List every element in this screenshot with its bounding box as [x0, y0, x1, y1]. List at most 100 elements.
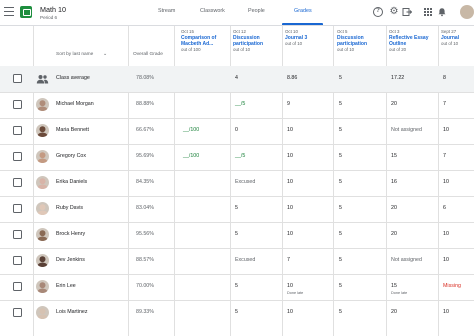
grade-cell[interactable]: 5 — [339, 257, 342, 263]
student-checkbox[interactable] — [13, 204, 22, 213]
grade-cell[interactable]: 5 — [339, 153, 342, 159]
assignment-column-header[interactable]: Oct 10 Journal 3 out of 10 — [285, 29, 335, 47]
grade-cell[interactable]: __/100 — [183, 153, 199, 159]
grade-cell[interactable]: 5 — [339, 309, 342, 315]
grade-export-icon[interactable] — [402, 7, 413, 17]
student-checkbox[interactable] — [13, 152, 22, 161]
apps-icon[interactable] — [424, 8, 432, 16]
grade-cell[interactable]: Not assigned — [391, 257, 422, 263]
grade-cell[interactable]: Not assigned — [391, 127, 422, 133]
student-checkbox[interactable] — [13, 308, 22, 317]
grade-cell[interactable]: 10 — [287, 309, 293, 315]
grade-cell[interactable]: 15 — [391, 283, 397, 289]
student-name[interactable]: Ruby Davis — [56, 205, 83, 211]
grade-cell[interactable]: 10 — [443, 127, 449, 133]
grade-cell[interactable]: 10 — [287, 283, 293, 289]
grade-cell[interactable]: 6 — [443, 205, 446, 211]
student-avatar[interactable] — [36, 280, 49, 293]
grade-cell[interactable]: 10 — [287, 205, 293, 211]
grade-note: Done late — [287, 291, 304, 295]
grade-cell[interactable]: 20 — [391, 205, 397, 211]
grade-cell[interactable]: 10 — [443, 257, 449, 263]
grade-cell[interactable]: 5 — [235, 283, 238, 289]
student-checkbox[interactable] — [13, 178, 22, 187]
student-avatar[interactable] — [36, 98, 49, 111]
student-avatar[interactable] — [36, 254, 49, 267]
grade-cell[interactable]: 5 — [339, 283, 342, 289]
grade-cell[interactable]: 5 — [339, 205, 342, 211]
chevron-down-icon[interactable]: ⌄ — [103, 51, 107, 57]
student-avatar[interactable] — [36, 228, 49, 241]
sort-by-dropdown[interactable]: Sort by last name — [56, 52, 93, 57]
tab-grades[interactable]: Grades — [294, 8, 312, 14]
student-checkbox[interactable] — [13, 282, 22, 291]
grade-cell[interactable]: 5 — [235, 205, 238, 211]
grade-cell[interactable]: 20 — [391, 101, 397, 107]
student-checkbox[interactable] — [13, 256, 22, 265]
grade-cell[interactable]: 7 — [287, 257, 290, 263]
grade-cell[interactable]: __/100 — [183, 127, 199, 133]
grade-cell[interactable]: 16 — [391, 179, 397, 185]
classroom-logo-icon[interactable] — [20, 6, 32, 18]
grade-cell[interactable]: Excused — [235, 257, 255, 263]
student-name[interactable]: Brock Henry — [56, 231, 85, 237]
student-checkbox[interactable] — [13, 126, 22, 135]
notifications-icon[interactable] — [437, 7, 447, 17]
student-name[interactable]: Lois Martinez — [56, 309, 88, 315]
student-avatar[interactable] — [36, 124, 49, 137]
tab-stream[interactable]: Stream — [158, 8, 175, 14]
grade-cell[interactable]: 5 — [339, 179, 342, 185]
people-icon — [36, 75, 49, 84]
student-name[interactable]: Erika Daniels — [56, 179, 87, 185]
tab-people[interactable]: People — [248, 8, 265, 14]
select-all-checkbox[interactable] — [13, 74, 22, 83]
grade-cell[interactable]: 15 — [391, 153, 397, 159]
grade-cell[interactable]: 5 — [235, 309, 238, 315]
grade-cell[interactable]: 5 — [339, 127, 342, 133]
grade-cell[interactable]: __/5 — [235, 153, 245, 159]
account-avatar[interactable] — [460, 5, 474, 19]
student-name[interactable]: Erin Lee — [56, 283, 76, 289]
grade-cell[interactable]: Excused — [235, 179, 255, 185]
grade-cell[interactable]: 7 — [443, 101, 446, 107]
grade-cell[interactable]: 10 — [287, 153, 293, 159]
grade-cell[interactable]: 10 — [443, 231, 449, 237]
student-name[interactable]: Dev Jenkins — [56, 257, 85, 263]
grade-cell[interactable]: 7 — [443, 153, 446, 159]
grade-cell[interactable]: 10 — [287, 179, 293, 185]
grade-cell[interactable]: 10 — [443, 179, 449, 185]
assignment-column-header[interactable]: Oct 5 Discussion participation out of 10 — [337, 29, 387, 53]
assignment-column-header[interactable]: Oct 12 Discussion participation out of 10 — [233, 29, 283, 53]
student-avatar[interactable] — [36, 150, 49, 163]
grade-cell[interactable]: 9 — [287, 101, 290, 107]
assignment-column-header[interactable]: Sept 27 Journal out of 10 — [441, 29, 474, 47]
assignment-column-header[interactable]: Oct 3 Reflective Essay Outline out of 20 — [389, 29, 439, 53]
grade-cell[interactable]: 10 — [287, 127, 293, 133]
student-name[interactable]: Michael Morgan — [56, 101, 94, 107]
student-avatar[interactable] — [36, 176, 49, 189]
student-name[interactable]: Maria Bennett — [56, 127, 89, 133]
grade-cell[interactable]: 5 — [339, 101, 342, 107]
student-row: Gregory Cox 95.69% __/100 __/5 10 5 15 7 — [0, 144, 474, 170]
grade-cell[interactable]: 20 — [391, 309, 397, 315]
help-icon[interactable]: ? — [373, 7, 383, 17]
student-avatar[interactable] — [36, 202, 49, 215]
grade-cell[interactable]: __/5 — [235, 101, 245, 107]
student-checkbox[interactable] — [13, 230, 22, 239]
gear-icon[interactable]: ⚙ — [389, 7, 399, 17]
student-avatar[interactable] — [36, 306, 49, 319]
student-checkbox[interactable] — [13, 100, 22, 109]
grade-cell[interactable]: 10 — [443, 309, 449, 315]
assignment-column-header[interactable]: Oct 15 Comparison of Macbeth Ad... out of 1… — [181, 29, 231, 53]
grade-cell[interactable]: 5 — [235, 231, 238, 237]
grade-cell[interactable]: Missing — [443, 283, 461, 289]
menu-icon[interactable] — [4, 7, 14, 17]
grade-cell[interactable]: 10 — [287, 231, 293, 237]
grade-cell[interactable]: 0 — [235, 127, 238, 133]
grade-cell[interactable]: 20 — [391, 231, 397, 237]
student-row: Michael Morgan 88.88% __/5 9 5 20 7 — [0, 92, 474, 118]
student-name[interactable]: Gregory Cox — [56, 153, 86, 159]
grade-cell[interactable]: 5 — [339, 231, 342, 237]
tab-classwork[interactable]: Classwork — [200, 8, 225, 14]
class-title[interactable]: Math 10 — [40, 5, 66, 14]
